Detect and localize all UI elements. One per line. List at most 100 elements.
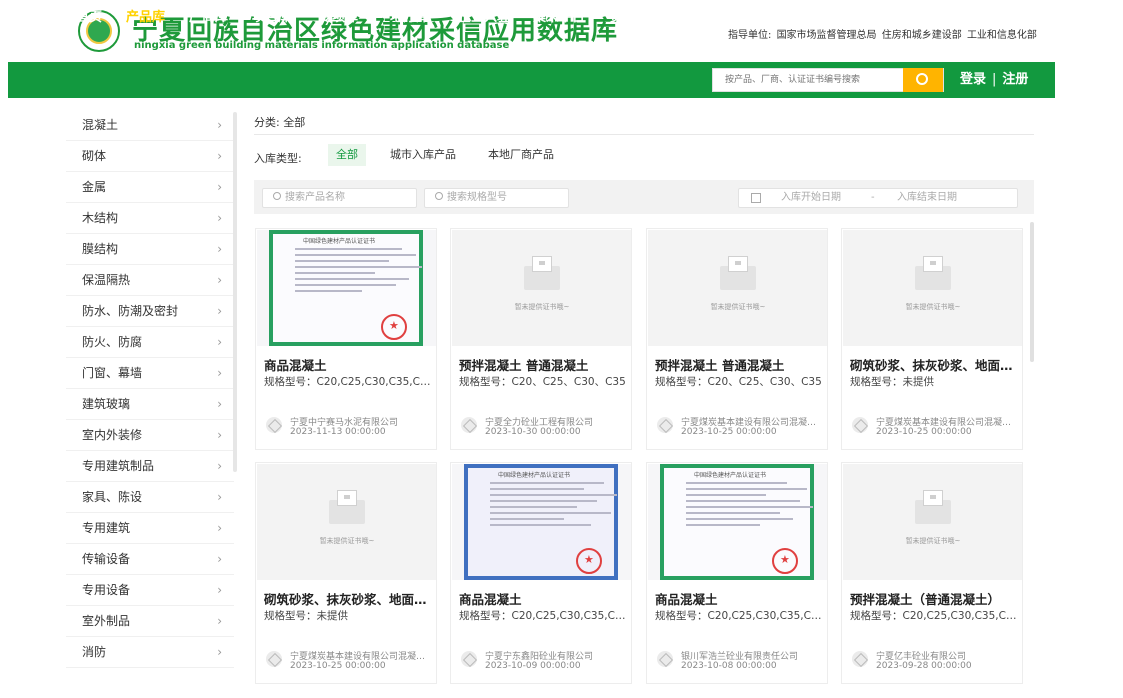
stamp-icon: [381, 314, 407, 340]
search-icon: [273, 192, 281, 200]
company-icon: [657, 651, 673, 667]
sidebar-item[interactable]: 家具、陈设 ›: [66, 482, 234, 513]
product-name[interactable]: 砌筑砂浆、抹灰砂浆、地面砂浆: [850, 355, 1018, 374]
nav-label: 专项库: [319, 10, 359, 25]
product-spec: 规格型号：C20、C25、C30、C35: [459, 376, 626, 388]
sidebar-item[interactable]: 消防 ›: [66, 637, 234, 668]
product-name[interactable]: 预拌混凝土（普通混凝土）: [850, 589, 1018, 608]
chevron-right-icon: ›: [217, 521, 222, 535]
product-card[interactable]: 中国绿色建材产品认证证书 商品混凝土 规格型号：C20,C25,C30,C35,…: [450, 462, 632, 684]
sidebar-item[interactable]: 室外制品 ›: [66, 606, 234, 637]
product-card[interactable]: 暂未提供证书哦~ 预拌混凝土（普通混凝土） 规格型号：C20,C25,C30,C…: [841, 462, 1023, 684]
empty-envelope-icon: [524, 256, 560, 290]
filter-bar: 搜索产品名称 搜索规格型号 入库开始日期 - 入库结束日期: [254, 180, 1034, 214]
product-card[interactable]: 暂未提供证书哦~ 预拌混凝土 普通混凝土 规格型号：C20、C25、C30、C3…: [450, 228, 632, 450]
sidebar-item[interactable]: 混凝土 ›: [66, 110, 234, 141]
product-name[interactable]: 商品混凝土: [264, 355, 432, 374]
empty-text: 暂未提供证书哦~: [710, 303, 766, 311]
sidebar-item[interactable]: 专用设备 ›: [66, 575, 234, 606]
spec-search-placeholder: 搜索规格型号: [447, 192, 507, 203]
sidebar-item[interactable]: 防火、防腐 ›: [66, 327, 234, 358]
chevron-right-icon: ›: [217, 397, 222, 411]
guide-unit: 工业和信息化部: [966, 30, 1037, 41]
product-card[interactable]: 暂未提供证书哦~ 砌筑砂浆、抹灰砂浆、地面砂浆 规格型号：未提供 宁夏煤炭基本建…: [255, 462, 437, 684]
nav-item-procurement[interactable]: 集采平台: [533, 0, 585, 36]
sidebar-item[interactable]: 膜结构 ›: [66, 234, 234, 265]
register-link[interactable]: 注册: [1002, 72, 1028, 87]
product-name[interactable]: 商品混凝土: [459, 589, 627, 608]
chevron-right-icon: ›: [217, 335, 222, 349]
search-button[interactable]: [903, 68, 943, 92]
product-card[interactable]: 暂未提供证书哦~ 砌筑砂浆、抹灰砂浆、地面砂浆 规格型号：未提供 宁夏煤炭基本建…: [841, 228, 1023, 450]
sidebar-scrollbar[interactable]: [233, 112, 237, 472]
product-search-input[interactable]: 搜索产品名称: [262, 188, 417, 208]
product-name[interactable]: 预拌混凝土 普通混凝土: [655, 355, 823, 374]
sidebar-item[interactable]: 砌体 ›: [66, 141, 234, 172]
nav-item-news[interactable]: 资讯中心: [610, 0, 662, 36]
chevron-down-icon: ﹀: [360, 14, 370, 24]
company-icon: [266, 651, 282, 667]
sidebar-item[interactable]: 传输设备 ›: [66, 544, 234, 575]
sidebar-item-label: 防水、防潮及密封: [82, 304, 179, 318]
product-name[interactable]: 商品混凝土: [655, 589, 823, 608]
sidebar-item[interactable]: 防水、防潮及密封 ›: [66, 296, 234, 327]
site-search-input[interactable]: [713, 69, 903, 91]
nav-item-special[interactable]: 专项库 ﹀: [319, 0, 369, 36]
company-info: 银川军浩兰砼业有限责任公司 2023-10-08 00:00:00: [647, 641, 827, 683]
company-info: 宁夏煤炭基本建设有限公司混凝土分公司2023-10-25 00:00:00: [256, 641, 436, 683]
divider: |: [992, 72, 997, 87]
product-name[interactable]: 砌筑砂浆、抹灰砂浆、地面砂浆: [264, 589, 432, 608]
main-scrollbar[interactable]: [1030, 222, 1034, 362]
nav-item-products[interactable]: 产品库: [126, 0, 165, 36]
sidebar-item[interactable]: 室内外装修 ›: [66, 420, 234, 451]
company-info: 宁夏全力砼业工程有限公司 2023-10-30 00:00:00: [451, 407, 631, 449]
chevron-right-icon: ›: [217, 459, 222, 473]
sidebar-item-label: 家具、陈设: [82, 490, 143, 504]
product-card[interactable]: 中国绿色建材产品认证证书 商品混凝土 规格型号：C20,C25,C30,C35,…: [255, 228, 437, 450]
sidebar-item[interactable]: 专用建筑制品 ›: [66, 451, 234, 482]
type-option-local[interactable]: 本地厂商产品: [488, 144, 554, 166]
type-option-city[interactable]: 城市入库产品: [390, 144, 456, 166]
nav-item-projects[interactable]: 项目库: [252, 0, 291, 36]
company-info: 宁夏煤炭基本建设有限公司混凝土分公司2023-10-25 00:00:00: [842, 407, 1022, 449]
sidebar-item[interactable]: 金属 ›: [66, 172, 234, 203]
date-start[interactable]: 入库开始日期: [781, 189, 841, 207]
type-option-all[interactable]: 全部: [328, 144, 366, 166]
sidebar-item[interactable]: 门窗、幕墙 ›: [66, 358, 234, 389]
no-certificate-image: 暂未提供证书哦~: [843, 464, 1022, 580]
chevron-right-icon: ›: [217, 583, 222, 597]
product-spec: 规格型号：C20,C25,C30,C35,C40,C45,C50: [459, 610, 627, 622]
spec-search-input[interactable]: 搜索规格型号: [424, 188, 569, 208]
empty-text: 暂未提供证书哦~: [905, 537, 961, 545]
product-name[interactable]: 预拌混凝土 普通混凝土: [459, 355, 627, 374]
nav-item-home[interactable]: 首页: [76, 0, 102, 36]
sidebar-item-label: 保温隔热: [82, 273, 131, 287]
no-certificate-image: 暂未提供证书哦~: [843, 230, 1022, 346]
type-label: 入库类型:: [254, 152, 302, 165]
date-range-picker[interactable]: 入库开始日期 - 入库结束日期: [738, 188, 1018, 208]
chevron-right-icon: ›: [217, 149, 222, 163]
category-breadcrumb: 分类: 全部: [254, 116, 306, 129]
empty-text: 暂未提供证书哦~: [905, 303, 961, 311]
sidebar-item[interactable]: 专用建筑 ›: [66, 513, 234, 544]
entry-date: 2023-09-28 00:00:00: [876, 661, 972, 671]
divider: [254, 134, 1034, 135]
sidebar-item[interactable]: 木结构 ›: [66, 203, 234, 234]
product-spec: 规格型号：C20,C25,C30,C35,C40,C45,C50: [850, 610, 1018, 622]
product-spec: 规格型号：C20、C25、C30、C35: [655, 376, 822, 388]
nav-item-manufacturers[interactable]: 厂商库: [189, 0, 228, 36]
nav-item-enterprise[interactable]: 企业入驻: [458, 0, 510, 36]
product-card[interactable]: 中国绿色建材产品认证证书 商品混凝土 规格型号：C20,C25,C30,C35,…: [646, 462, 828, 684]
sidebar-item-label: 专用建筑制品: [82, 459, 155, 473]
sidebar-item-label: 专用建筑: [82, 521, 131, 535]
company-icon: [461, 651, 477, 667]
company-icon: [461, 417, 477, 433]
sidebar-item[interactable]: 保温隔热 ›: [66, 265, 234, 296]
sidebar-item[interactable]: 建筑玻璃 ›: [66, 389, 234, 420]
login-link[interactable]: 登录: [960, 72, 986, 87]
date-end[interactable]: 入库结束日期: [897, 189, 957, 207]
nav-item-local[interactable]: 地方库 ﹀: [390, 0, 440, 36]
auth-links: 登录 | 注册: [960, 62, 1028, 98]
empty-text: 暂未提供证书哦~: [514, 303, 570, 311]
product-card[interactable]: 暂未提供证书哦~ 预拌混凝土 普通混凝土 规格型号：C20、C25、C30、C3…: [646, 228, 828, 450]
